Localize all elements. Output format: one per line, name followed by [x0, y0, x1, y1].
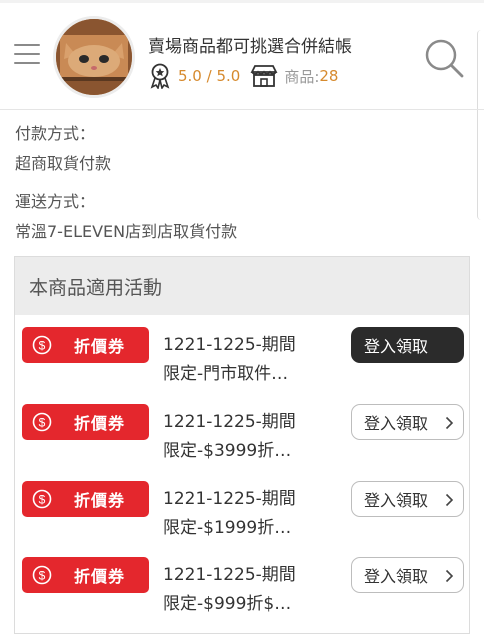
svg-text:$: $ [39, 416, 46, 430]
promo-description: 1221-1225-期間 限定-$1999折… [163, 485, 338, 543]
promo-description: 1221-1225-期間 限定-$3999折… [163, 408, 338, 466]
cat-avatar-image [56, 19, 132, 95]
payment-label: 付款方式： [15, 124, 96, 143]
coupon-badge: $ 折價券 [22, 327, 149, 363]
coupon-label: 折價券 [74, 491, 126, 510]
claim-coupon-button[interactable]: 登入領取 [351, 404, 464, 440]
menu-icon[interactable] [14, 44, 40, 66]
coupon-badge: $ 折價券 [22, 481, 149, 517]
claim-coupon-button[interactable]: 登入領取 [351, 557, 464, 593]
claim-button-label: 登入領取 [364, 567, 429, 586]
claim-coupon-button[interactable]: 登入領取 [351, 481, 464, 517]
promo-line-2: 限定-$3999折… [163, 441, 292, 461]
dollar-circle-icon: $ [32, 412, 52, 432]
shipping-label: 運送方式： [15, 192, 96, 211]
promo-description: 1221-1225-期間 限定-$999折$… [163, 561, 338, 619]
store-header: 賣場商品都可挑選合併結帳 5.0 / 5.0 商品: 28 [0, 0, 484, 220]
promo-line-2: 限定-$1999折… [163, 518, 292, 538]
chevron-right-icon [445, 493, 454, 507]
side-drawer-handle[interactable] [477, 30, 484, 220]
coupon-badge: $ 折價券 [22, 557, 149, 593]
dollar-circle-icon: $ [32, 565, 52, 585]
promo-line-1: 1221-1225-期間 [163, 565, 296, 585]
coupon-label: 折價券 [74, 414, 126, 433]
store-avatar[interactable] [53, 16, 135, 98]
coupon-label: 折價券 [74, 337, 126, 356]
promo-line-1: 1221-1225-期間 [163, 489, 296, 509]
promo-item: $ 折價券 1221-1225-期間 限定-$1999折… 登入領取 [15, 481, 469, 551]
store-icon [250, 65, 278, 87]
svg-text:$: $ [39, 339, 46, 353]
promo-item: $ 折價券 1221-1225-期間 限定-$999折$… 登入領取 [15, 557, 469, 627]
header-divider [0, 109, 484, 110]
promo-line-2: 限定-$999折$… [163, 594, 292, 614]
dollar-circle-icon: $ [32, 335, 52, 355]
promo-description: 1221-1225-期間 限定-門市取件… [163, 331, 338, 389]
goods-count-label: 商品: [284, 67, 320, 86]
promo-line-2: 限定-門市取件… [163, 364, 289, 384]
store-stats: 5.0 / 5.0 商品: 28 [148, 62, 338, 90]
coupon-badge: $ 折價券 [22, 404, 149, 440]
payment-value: 超商取貨付款 [15, 154, 112, 173]
chevron-right-icon [445, 416, 454, 430]
award-icon [150, 63, 170, 89]
claim-button-label: 登入領取 [364, 414, 429, 433]
dollar-circle-icon: $ [32, 489, 52, 509]
top-divider [0, 0, 484, 3]
search-icon[interactable] [422, 36, 466, 80]
goods-count: 28 [319, 67, 339, 85]
claim-button-label: 登入領取 [364, 337, 429, 356]
promotions-title: 本商品適用活動 [15, 257, 469, 315]
claim-button-label: 登入領取 [364, 491, 429, 510]
chevron-right-icon [445, 569, 454, 583]
svg-text:$: $ [39, 569, 46, 583]
store-title: 賣場商品都可挑選合併結帳 [148, 37, 352, 57]
claim-coupon-button[interactable]: 登入領取 [351, 327, 464, 363]
coupon-label: 折價券 [74, 567, 126, 586]
promotions-panel: 本商品適用活動 $ 折價券 1221-1225-期間 限定-門市取件… 登入領取… [14, 256, 470, 634]
store-rating: 5.0 / 5.0 [178, 67, 241, 85]
promo-item: $ 折價券 1221-1225-期間 限定-門市取件… 登入領取 [15, 327, 469, 397]
shipping-value: 常溫7-ELEVEN店到店取貨付款 [15, 222, 238, 241]
promo-line-1: 1221-1225-期間 [163, 335, 296, 355]
promo-item: $ 折價券 1221-1225-期間 限定-$3999折… 登入領取 [15, 404, 469, 474]
promo-line-1: 1221-1225-期間 [163, 412, 296, 432]
svg-text:$: $ [39, 493, 46, 507]
